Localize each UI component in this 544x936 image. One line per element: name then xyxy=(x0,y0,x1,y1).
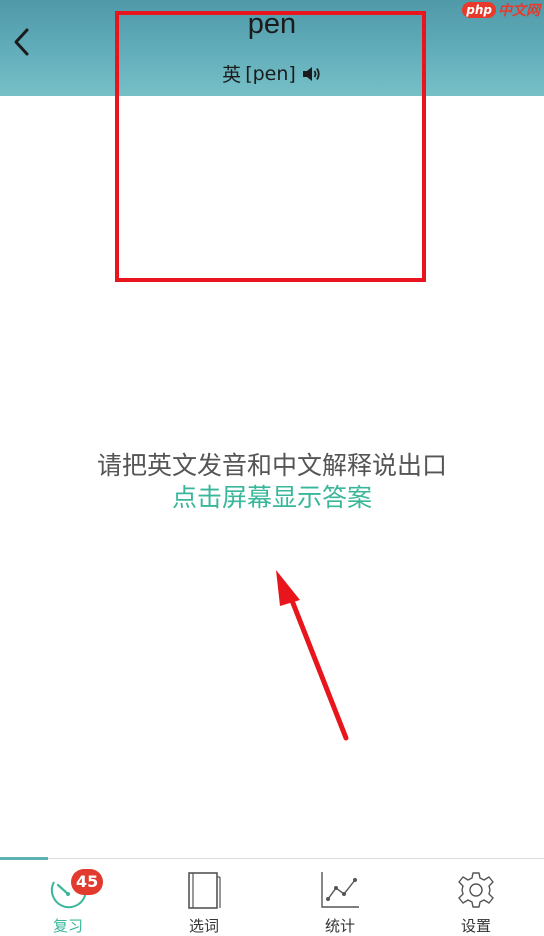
tab-statistics[interactable]: 统计 xyxy=(272,859,408,935)
reveal-answer-link[interactable]: 点击屏幕显示答案 xyxy=(0,483,544,513)
book-icon xyxy=(188,872,221,909)
watermark-site: 中文网 xyxy=(498,3,540,19)
bottom-tab-bar: 45 复习 选词 统计 设置 xyxy=(0,857,544,935)
tab-review[interactable]: 45 复习 xyxy=(0,859,136,935)
gear-icon xyxy=(458,872,494,908)
prompt-text: 请把英文发音和中文解释说出口 xyxy=(96,451,447,480)
site-watermark: php 中文网 xyxy=(462,0,540,20)
tab-choose-words[interactable]: 选词 xyxy=(136,859,272,935)
annotation-rectangle xyxy=(115,11,426,282)
watermark-php: php xyxy=(462,2,496,18)
line-chart-icon xyxy=(321,872,359,908)
review-count-badge: 45 xyxy=(71,869,104,895)
tab-settings[interactable]: 设置 xyxy=(408,859,544,935)
